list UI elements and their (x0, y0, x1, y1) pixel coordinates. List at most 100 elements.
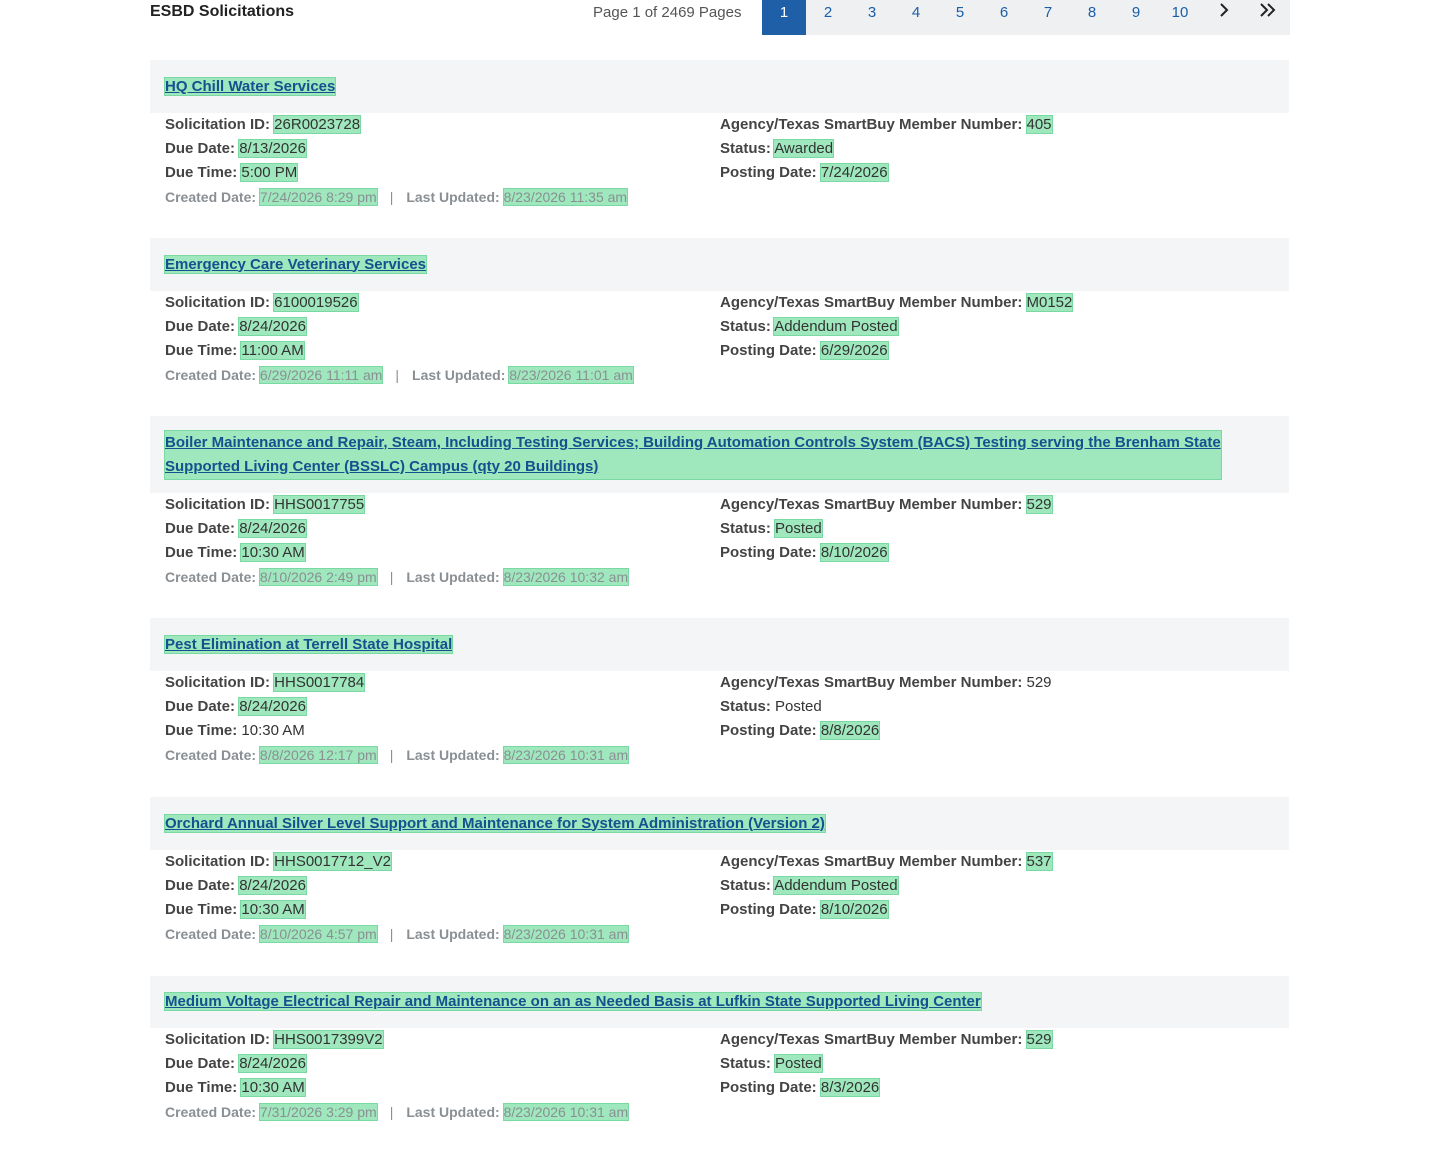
solicitation-details: Solicitation ID: 6100019526 Due Date: 8/… (150, 291, 1289, 416)
meta-row: Created Date: 7/31/2026 3:29 pm | Last Upd… (165, 1100, 630, 1124)
solicitation-title-wrap: Medium Voltage Electrical Repair and Mai… (164, 990, 982, 1014)
last-updated-value: 8/23/2026 10:31 am (502, 746, 630, 764)
due-date-row: Due Date: 8/24/2026 (165, 874, 628, 898)
agency-row: Agency/Texas SmartBuy Member Number: M01… (720, 291, 1074, 315)
due-date-label: Due Date: (165, 318, 236, 335)
due-time-label: Due Time: (165, 901, 238, 918)
page-link-5[interactable]: 5 (938, 0, 982, 35)
next-page-button[interactable] (1202, 0, 1246, 35)
solicitation-title-link[interactable]: Medium Voltage Electrical Repair and Mai… (164, 992, 982, 1011)
solicitation-details: Solicitation ID: HHS0017712_V2 Due Date:… (150, 850, 1289, 976)
last-page-button[interactable] (1246, 0, 1290, 35)
agency-label: Agency/Texas SmartBuy Member Number: (720, 853, 1023, 870)
status-row: Status: Addendum Posted (720, 315, 1072, 339)
last-updated-label: Last Updated: (406, 747, 500, 763)
posting-date-label: Posting Date: (720, 722, 817, 739)
posting-date-row: Posting Date: 7/24/2026 (720, 161, 1052, 185)
due-time-value: 10:30 AM (240, 1078, 306, 1097)
pagination: 1 2 3 4 5 6 7 8 9 10 (762, 0, 1290, 35)
due-date-value: 8/13/2026 (238, 139, 307, 158)
last-updated-label: Last Updated: (406, 926, 500, 942)
solicitation-title-wrap: HQ Chill Water Services (163, 75, 337, 99)
details-left: Solicitation ID: 6100019526 Due Date: 8/… (165, 291, 634, 387)
details-right: Agency/Texas SmartBuy Member Number: 537… (720, 850, 1053, 922)
page-title: ESBD Solicitations (150, 3, 295, 20)
page-link-2[interactable]: 2 (806, 0, 850, 35)
page-link-10[interactable]: 10 (1158, 0, 1202, 35)
status-row: Status: Awarded (720, 137, 1052, 161)
agency-label: Agency/Texas SmartBuy Member Number: (720, 496, 1023, 513)
page-link-3[interactable]: 3 (850, 0, 894, 35)
created-date-value: 6/29/2026 11:11 am (258, 366, 384, 384)
due-date-label: Due Date: (165, 140, 236, 157)
due-time-value: 11:00 AM (240, 341, 305, 360)
solicitation-title-link[interactable]: Boiler Maintenance and Repair, Steam, In… (165, 434, 1221, 475)
solicitation-title-link[interactable]: Orchard Annual Silver Level Support and … (164, 813, 826, 833)
details-left: Solicitation ID: HHS0017755 Due Date: 8/… (165, 493, 630, 589)
last-updated-value: 8/23/2026 10:31 am (502, 1103, 630, 1121)
page-link-9[interactable]: 9 (1114, 0, 1158, 35)
posting-date-row: Posting Date: 8/3/2026 (720, 1076, 1052, 1100)
status-value: Posted (774, 519, 823, 538)
page-link-8[interactable]: 8 (1070, 0, 1114, 35)
solicitation-title-link[interactable]: Emergency Care Veterinary Services (164, 254, 427, 274)
meta-row: Created Date: 8/10/2026 2:49 pm | Last Upd… (165, 565, 630, 589)
meta-separator: | (389, 747, 394, 763)
due-date-row: Due Date: 8/24/2026 (165, 315, 633, 339)
solicitation-details: Solicitation ID: HHS0017755 Due Date: 8/… (150, 493, 1289, 618)
status-row: Status: Posted (720, 517, 1052, 541)
solicitation-title-wrap: Pest Elimination at Terrell State Hospit… (163, 633, 454, 657)
agency-value: 529 (1025, 1030, 1053, 1049)
status-row: Status: Posted (720, 695, 1052, 719)
created-date-label: Created Date: (165, 926, 257, 942)
due-time-row: Due Time: 5:00 PM (165, 161, 627, 185)
status-row: Status: Addendum Posted (720, 874, 1052, 898)
due-date-value: 8/24/2026 (238, 876, 307, 895)
last-updated-value: 8/23/2026 11:35 am (502, 188, 629, 206)
solicitation-card: Medium Voltage Electrical Repair and Mai… (150, 976, 1289, 1154)
due-date-row: Due Date: 8/24/2026 (165, 1052, 628, 1076)
agency-row: Agency/Texas SmartBuy Member Number: 529 (720, 493, 1053, 517)
page-link-1[interactable]: 1 (762, 0, 806, 35)
status-value: Posted (775, 698, 822, 715)
page-link-6[interactable]: 6 (982, 0, 1026, 35)
solicitation-header: Medium Voltage Electrical Repair and Mai… (150, 976, 1289, 1028)
due-date-label: Due Date: (165, 1055, 236, 1072)
agency-label: Agency/Texas SmartBuy Member Number: (720, 1031, 1023, 1048)
solicitation-card: Emergency Care Veterinary Services Solic… (150, 238, 1289, 416)
solicitation-title-link[interactable]: HQ Chill Water Services (163, 76, 337, 96)
due-time-label: Due Time: (165, 544, 238, 561)
created-date-value: 8/10/2026 4:57 pm (258, 925, 378, 943)
double-chevron-right-icon (1260, 3, 1276, 17)
page-link-4[interactable]: 4 (894, 0, 938, 35)
solicitation-id-row: Solicitation ID: HHS0017755 (165, 493, 628, 517)
posting-date-row: Posting Date: 8/10/2026 (720, 898, 1052, 922)
details-right: Agency/Texas SmartBuy Member Number: 529… (720, 493, 1053, 565)
solicitation-title-wrap: Emergency Care Veterinary Services (164, 253, 427, 277)
due-date-value: 8/24/2026 (238, 519, 307, 538)
posting-date-label: Posting Date: (720, 342, 817, 359)
page-info: Page 1 of 2469 Pages (593, 4, 742, 21)
solicitation-id-value: HHS0017712_V2 (273, 852, 392, 871)
solicitation-header: Boiler Maintenance and Repair, Steam, In… (150, 416, 1289, 493)
details-left: Solicitation ID: HHS0017784 Due Date: 8/… (165, 671, 630, 767)
due-time-row: Due Time: 10:30 AM (165, 1076, 628, 1100)
details-left: Solicitation ID: HHS0017399V2 Due Date: … (165, 1028, 630, 1124)
solicitation-id-row: Solicitation ID: HHS0017784 (165, 671, 628, 695)
solicitation-title-link[interactable]: Pest Elimination at Terrell State Hospit… (163, 634, 454, 654)
details-right: Agency/Texas SmartBuy Member Number: M01… (720, 291, 1074, 363)
last-updated-label: Last Updated: (406, 189, 500, 205)
agency-row: Agency/Texas SmartBuy Member Number: 537 (720, 850, 1053, 874)
due-date-value: 8/24/2026 (238, 697, 307, 716)
page-link-7[interactable]: 7 (1026, 0, 1070, 35)
solicitation-id-value: 6100019526 (273, 293, 359, 312)
due-time-value: 5:00 PM (240, 163, 299, 182)
created-date-value: 7/31/2026 3:29 pm (258, 1103, 378, 1121)
due-time-row: Due Time: 11:00 AM (165, 339, 633, 363)
meta-row: Created Date: 8/10/2026 4:57 pm | Last Upd… (165, 922, 630, 946)
last-updated-label: Last Updated: (406, 569, 500, 585)
agency-value: 537 (1025, 852, 1053, 871)
agency-label: Agency/Texas SmartBuy Member Number: (720, 294, 1023, 311)
created-date-value: 8/10/2026 2:49 pm (258, 568, 378, 586)
status-value: Addendum Posted (773, 317, 899, 336)
